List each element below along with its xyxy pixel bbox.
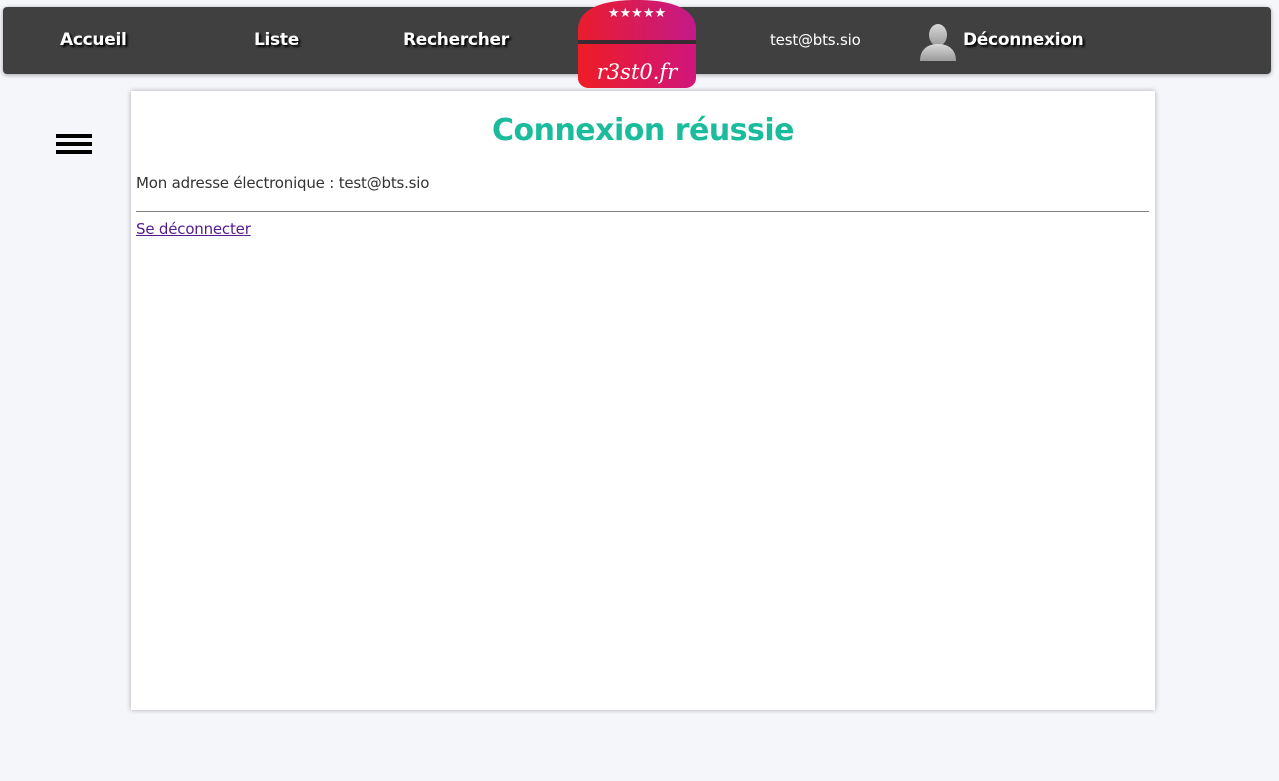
- site-logo[interactable]: ★★★★★ r3st0.fr: [577, 0, 697, 88]
- nav-deconnexion-link[interactable]: Déconnexion: [963, 7, 1084, 74]
- logo-text: r3st0.fr: [597, 60, 679, 84]
- logout-link[interactable]: Se déconnecter: [136, 220, 251, 238]
- logo-stars: ★★★★★: [608, 6, 666, 21]
- user-avatar-icon: [918, 21, 958, 61]
- page-title: Connexion réussie: [491, 113, 795, 148]
- main-content-card: Connexion réussie Mon adresse électroniq…: [131, 91, 1155, 710]
- hamburger-menu-icon[interactable]: [56, 134, 92, 154]
- hamburger-bar: [56, 150, 92, 154]
- nav-liste-link[interactable]: Liste: [254, 7, 299, 74]
- hamburger-bar: [56, 142, 92, 146]
- hamburger-bar: [56, 134, 92, 138]
- nav-accueil-link[interactable]: Accueil: [60, 7, 127, 74]
- divider: [136, 211, 1149, 212]
- nav-rechercher-link[interactable]: Rechercher: [403, 7, 509, 74]
- user-email-label: test@bts.sio: [770, 31, 861, 49]
- email-info-text: Mon adresse électronique : test@bts.sio: [136, 174, 430, 192]
